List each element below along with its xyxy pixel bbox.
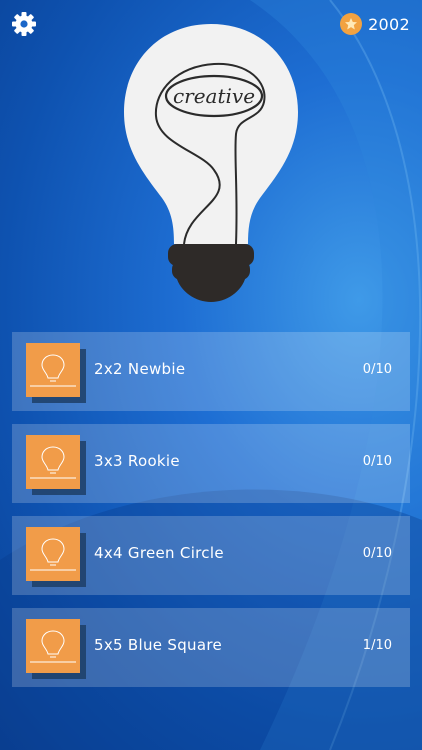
level-list: 2x2 Newbie 0/10 3x3 Rookie 0/10 4x4 Gree… [12, 332, 410, 700]
level-name: 5x5 Blue Square [94, 636, 223, 654]
level-name: 3x3 Rookie [94, 452, 180, 470]
level-name: 4x4 Green Circle [94, 544, 224, 562]
level-progress: 0/10 [362, 362, 392, 377]
level-thumbnail [26, 343, 86, 403]
bulb-thumb-icon [30, 630, 76, 663]
level-item-5x5[interactable]: 5x5 Blue Square 1/10 [12, 608, 410, 687]
coin-count: 2002 [368, 14, 410, 34]
level-thumbnail [26, 619, 86, 679]
level-progress: 1/10 [362, 638, 392, 653]
lightbulb-icon: creative [124, 24, 298, 302]
bulb-thumb-icon [30, 446, 76, 479]
bulb-thumb-icon [30, 538, 76, 571]
level-progress: 0/10 [362, 546, 392, 561]
creative-bulb-illustration: creative [118, 20, 304, 310]
level-name: 2x2 Newbie [94, 360, 186, 378]
settings-button[interactable] [10, 10, 38, 38]
level-item-3x3[interactable]: 3x3 Rookie 0/10 [12, 424, 410, 503]
star-coin-icon [340, 13, 363, 35]
gear-icon [12, 12, 36, 36]
bulb-thumb-icon [30, 354, 76, 387]
level-progress: 0/10 [362, 454, 392, 469]
bulb-word: creative [173, 84, 255, 108]
level-item-4x4[interactable]: 4x4 Green Circle 0/10 [12, 516, 410, 595]
coin-balance: 2002 [340, 11, 410, 37]
level-thumbnail [26, 527, 86, 587]
level-thumbnail [26, 435, 86, 495]
level-item-2x2[interactable]: 2x2 Newbie 0/10 [12, 332, 410, 411]
